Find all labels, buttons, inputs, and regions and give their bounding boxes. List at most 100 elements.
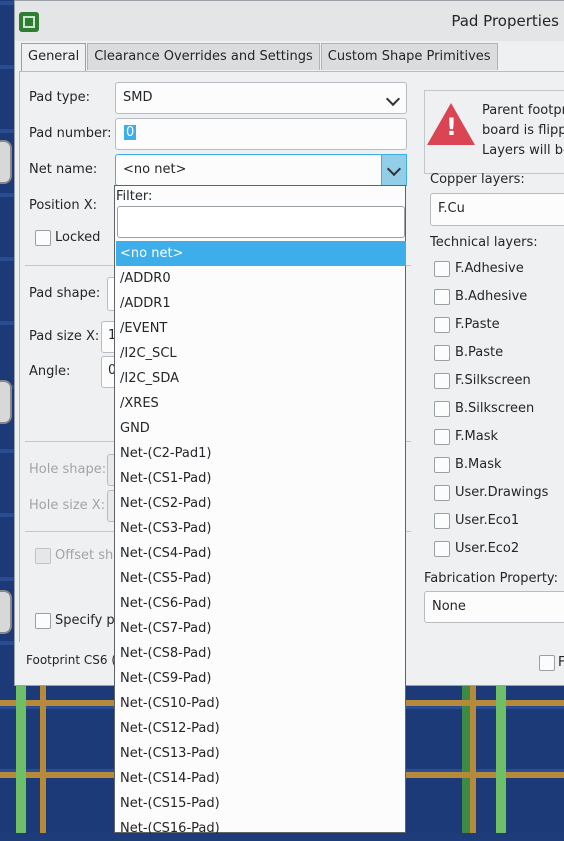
footprint-pad: [0, 140, 12, 184]
fab-property-combo[interactable]: None: [424, 591, 564, 623]
fab-property-value: None: [432, 599, 466, 614]
footer-checkbox-label: F: [558, 655, 564, 670]
net-list-item[interactable]: /ADDR0: [116, 266, 406, 291]
pad-shape-label: Pad shape:: [29, 286, 101, 301]
position-x-label: Position X:: [29, 198, 98, 213]
footer-text: Footprint CS6 (r: [26, 653, 121, 667]
net-list-item[interactable]: /I2C_SDA: [116, 366, 406, 391]
technical-layer-checkbox[interactable]: [434, 373, 450, 389]
net-name-label: Net name:: [29, 162, 98, 177]
technical-layer-checkbox[interactable]: [434, 345, 450, 361]
copper-track: [16, 680, 26, 833]
copper-trace: [40, 684, 46, 833]
technical-layer-label: F.Paste: [455, 317, 500, 332]
net-list-item[interactable]: <no net>: [116, 241, 406, 266]
technical-layer-label: B.Mask: [455, 457, 502, 472]
net-list-item[interactable]: Net-(CS14-Pad): [116, 766, 406, 791]
window-title: Pad Properties: [451, 12, 559, 30]
copper-layers-combo[interactable]: F.Cu: [430, 193, 564, 226]
filter-input[interactable]: [117, 206, 405, 238]
pad-type-combo[interactable]: SMD: [115, 82, 407, 114]
hole-size-x-label: Hole size X:: [29, 498, 106, 513]
net-name-dropdown-button[interactable]: [381, 154, 407, 186]
technical-layer-label: B.Paste: [455, 345, 504, 360]
net-list-item[interactable]: Net-(CS15-Pad): [116, 791, 406, 816]
net-list-item[interactable]: Net-(CS7-Pad): [116, 616, 406, 641]
net-list-item[interactable]: Net-(CS3-Pad): [116, 516, 406, 541]
technical-layers-label: Technical layers:: [430, 235, 538, 250]
technical-layer-label: User.Eco1: [455, 513, 520, 528]
offset-label: Offset sha: [55, 548, 122, 563]
net-list-item[interactable]: Net-(CS10-Pad): [116, 691, 406, 716]
tab-custom-shape[interactable]: Custom Shape Primitives: [320, 43, 498, 70]
locked-label: Locked: [55, 230, 101, 245]
chevron-down-icon: [386, 161, 402, 177]
flip-warning: ! Parent footpri board is flippe Layers …: [424, 90, 564, 174]
net-list-item[interactable]: /XRES: [116, 391, 406, 416]
filter-label: Filter:: [116, 189, 153, 204]
pad-type-label: Pad type:: [29, 90, 91, 105]
specify-label: Specify pa: [55, 613, 123, 628]
net-list-item[interactable]: Net-(CS1-Pad): [116, 466, 406, 491]
net-list: <no net>/ADDR0/ADDR1/EVENT/I2C_SCL/I2C_S…: [116, 241, 406, 841]
net-list-item[interactable]: Net-(CS6-Pad): [116, 591, 406, 616]
net-list-item[interactable]: Net-(C2-Pad1): [116, 441, 406, 466]
pad-size-x-label: Pad size X:: [29, 329, 100, 344]
net-list-item[interactable]: Net-(CS4-Pad): [116, 541, 406, 566]
tab-general[interactable]: General: [21, 43, 87, 72]
technical-layer-checkbox[interactable]: [434, 429, 450, 445]
net-list-item[interactable]: Net-(CS12-Pad): [116, 716, 406, 741]
technical-layer-checkbox[interactable]: [434, 289, 450, 305]
footprint-pad: [0, 380, 12, 424]
net-list-item[interactable]: Net-(CS16-Pad): [116, 816, 406, 841]
technical-layer-label: F.Mask: [455, 429, 499, 444]
hole-shape-label: Hole shape:: [29, 462, 107, 477]
offset-checkbox[interactable]: [35, 548, 51, 564]
copper-track: [496, 680, 506, 833]
net-list-item[interactable]: GND: [116, 416, 406, 441]
net-list-item[interactable]: Net-(CS5-Pad): [116, 566, 406, 591]
warning-text: Parent footpri board is flippe Layers wi…: [482, 103, 564, 158]
pad-number-value: 0: [124, 125, 137, 140]
warning-icon-mark: !: [446, 113, 457, 141]
technical-layer-label: User.Eco2: [455, 541, 520, 556]
copper-layers-label: Copper layers:: [430, 172, 525, 187]
technical-layer-checkbox[interactable]: [434, 317, 450, 333]
net-list-item[interactable]: Net-(CS13-Pad): [116, 741, 406, 766]
net-list-item[interactable]: Net-(CS8-Pad): [116, 641, 406, 666]
technical-layer-checkbox[interactable]: [434, 261, 450, 277]
net-dropdown-popup: Filter: <no net>/ADDR0/ADDR1/EVENT/I2C_S…: [114, 185, 406, 836]
specify-checkbox[interactable]: [35, 613, 51, 629]
net-list-item[interactable]: Net-(CS2-Pad): [116, 491, 406, 516]
footprint-pad: [0, 590, 12, 634]
title-bar[interactable]: Pad Properties: [15, 1, 564, 41]
net-list-item[interactable]: Net-(CS9-Pad): [116, 666, 406, 691]
pad-number-input[interactable]: 0: [115, 118, 407, 150]
technical-layer-checkbox[interactable]: [434, 401, 450, 417]
locked-checkbox[interactable]: [35, 230, 51, 246]
net-name-value: <no net>: [123, 162, 187, 177]
net-list-item[interactable]: /ADDR1: [116, 291, 406, 316]
technical-layer-label: F.Silkscreen: [455, 373, 531, 388]
net-name-combo[interactable]: <no net>: [115, 154, 383, 186]
technical-layer-label: F.Adhesive: [455, 261, 524, 276]
technical-layer-checkbox[interactable]: [434, 485, 450, 501]
footer-checkbox[interactable]: [539, 655, 555, 671]
net-list-item[interactable]: /I2C_SCL: [116, 341, 406, 366]
technical-layer-checkbox[interactable]: [434, 541, 450, 557]
chevron-down-icon: [385, 91, 401, 107]
copper-layers-value: F.Cu: [438, 201, 465, 216]
technical-layer-label: User.Drawings: [455, 485, 549, 500]
pad-type-value: SMD: [123, 90, 153, 105]
pad-number-label: Pad number:: [29, 126, 112, 141]
tab-bar: General Clearance Overrides and Settings…: [21, 43, 499, 72]
copper-trace: [470, 684, 476, 833]
app-icon: [19, 12, 39, 32]
fab-property-label: Fabrication Property:: [424, 571, 559, 586]
net-list-item[interactable]: /EVENT: [116, 316, 406, 341]
tab-clearance[interactable]: Clearance Overrides and Settings: [87, 43, 320, 70]
technical-layer-checkbox[interactable]: [434, 457, 450, 473]
technical-layer-checkbox[interactable]: [434, 513, 450, 529]
technical-layer-label: B.Silkscreen: [455, 401, 535, 416]
technical-layer-label: B.Adhesive: [455, 289, 528, 304]
